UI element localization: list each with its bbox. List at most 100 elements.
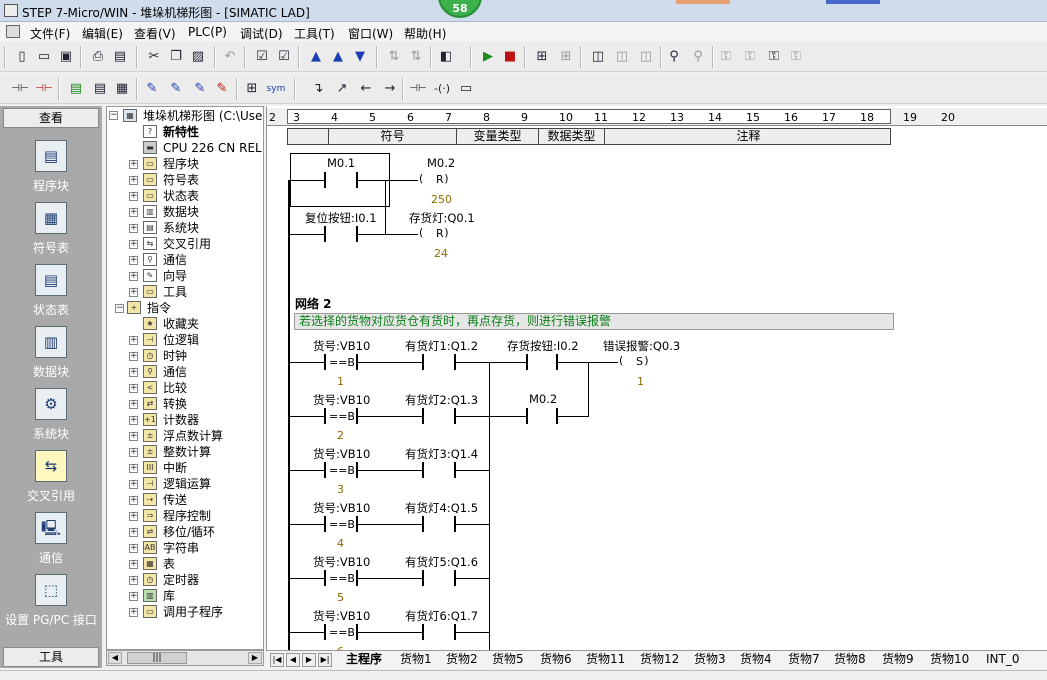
tab-goods-1[interactable]: 货物1 — [400, 651, 432, 669]
tree-instr-item[interactable]: 字符串 — [163, 540, 199, 556]
tree-instr-item[interactable]: 定时器 — [163, 572, 199, 588]
copy-icon[interactable]: ❐ — [166, 47, 186, 67]
contact-left[interactable] — [422, 408, 424, 424]
tree-instr-item[interactable]: 移位/循环 — [163, 524, 215, 540]
tab-goods-9[interactable]: 货物9 — [882, 651, 914, 669]
prev-bookmark-icon[interactable]: ✎ — [190, 79, 210, 99]
tree-item[interactable]: 程序块 — [163, 156, 199, 172]
expand-icon[interactable]: + — [129, 608, 138, 617]
delete-network-icon[interactable]: ⊣⊢ — [34, 79, 54, 99]
tab-first-icon[interactable]: |◀ — [270, 653, 284, 667]
tree-instr-item[interactable]: 时钟 — [163, 348, 187, 364]
upload-icon[interactable]: ▲ — [306, 47, 326, 67]
tree-project-root[interactable]: 堆垛机梯形图 (C:\User — [143, 108, 263, 124]
contact-left[interactable] — [422, 624, 424, 640]
tree-instr-item[interactable]: 转换 — [163, 396, 187, 412]
unforce-icon[interactable]: ⚲ — [688, 47, 708, 67]
new-icon[interactable]: ▯ — [12, 47, 32, 67]
tree-item[interactable]: 系统块 — [163, 220, 199, 236]
set-coil[interactable]: ( ) — [619, 354, 649, 367]
col-var-type[interactable]: 变量类型 — [456, 129, 538, 144]
contact-left[interactable] — [526, 354, 528, 370]
tree-instr-item[interactable]: 比较 — [163, 380, 187, 396]
expand-icon[interactable]: + — [129, 288, 138, 297]
tab-goods-12[interactable]: 货物12 — [640, 651, 679, 669]
tab-goods-7[interactable]: 货物7 — [788, 651, 820, 669]
next-bookmark-icon[interactable]: ✎ — [166, 79, 186, 99]
collapse-icon[interactable]: − — [115, 304, 124, 313]
compile-all-icon[interactable]: ☑ — [274, 47, 294, 67]
expand-icon[interactable]: + — [129, 384, 138, 393]
contact-left[interactable] — [422, 354, 424, 370]
collapse-icon[interactable]: − — [109, 111, 118, 120]
expand-icon[interactable]: + — [129, 192, 138, 201]
tree-item[interactable]: 状态表 — [163, 188, 199, 204]
expand-icon[interactable]: + — [129, 208, 138, 217]
tab-goods-10[interactable]: 货物10 — [930, 651, 969, 669]
menu-edit[interactable]: 编辑(E) — [82, 25, 123, 42]
toggle-bookmark-icon[interactable]: ▦ — [112, 79, 132, 99]
expand-icon[interactable]: + — [129, 544, 138, 553]
tab-last-icon[interactable]: ▶| — [318, 653, 332, 667]
expand-icon[interactable]: + — [129, 448, 138, 457]
compare-left[interactable] — [324, 624, 326, 640]
scroll-left-icon[interactable]: ◀ — [108, 652, 122, 664]
tree-instr-item[interactable]: 传送 — [163, 492, 187, 508]
expand-icon[interactable]: + — [129, 256, 138, 265]
expand-icon[interactable]: + — [129, 224, 138, 233]
menu-debug[interactable]: 调试(D) — [240, 25, 283, 42]
reset-coil[interactable]: ( ) — [419, 226, 449, 239]
tree-instr-item[interactable]: 逻辑运算 — [163, 476, 211, 492]
tab-next-icon[interactable]: ▶ — [302, 653, 316, 667]
box-icon[interactable]: ▭ — [456, 79, 476, 99]
contact-left[interactable] — [324, 172, 326, 188]
contact-left[interactable] — [324, 226, 326, 242]
expand-icon[interactable]: + — [129, 240, 138, 249]
save-icon[interactable]: ▣ — [56, 47, 76, 67]
tab-goods-11[interactable]: 货物11 — [586, 651, 625, 669]
insert-network-icon[interactable]: ⊣⊢ — [10, 79, 30, 99]
line-left-icon[interactable]: ← — [356, 79, 376, 99]
nav-item-program-block[interactable]: ▤ 程序块 — [0, 140, 102, 200]
nav-item-system-block[interactable]: ⚙ 系统块 — [0, 388, 102, 448]
contact-left[interactable] — [422, 516, 424, 532]
print-preview-icon[interactable]: ▤ — [110, 47, 130, 67]
expand-icon[interactable]: + — [129, 176, 138, 185]
remove-bookmarks-icon[interactable]: ✎ — [212, 79, 232, 99]
bookmark-icon[interactable]: ✎ — [142, 79, 162, 99]
apply-symbols-icon[interactable]: ⊞ — [242, 79, 262, 99]
tree-instr-item[interactable]: 计数器 — [163, 412, 199, 428]
tree-item[interactable]: 通信 — [163, 252, 187, 268]
compile-icon[interactable]: ☑ — [252, 47, 272, 67]
expand-icon[interactable]: + — [129, 416, 138, 425]
tree-instructions-root[interactable]: 指令 — [147, 300, 171, 316]
tab-goods-3[interactable]: 货物3 — [694, 651, 726, 669]
undo-icon[interactable]: ↶ — [220, 47, 240, 67]
menu-plc[interactable]: PLC(P) — [188, 25, 227, 39]
menu-help[interactable]: 帮助(H) — [404, 25, 446, 42]
menu-tools[interactable]: 工具(T) — [294, 25, 335, 42]
tree-item[interactable]: 工具 — [163, 284, 187, 300]
compare-left[interactable] — [324, 462, 326, 478]
tree-instr-item[interactable]: 表 — [163, 556, 175, 572]
reset-coil[interactable]: ( ) — [419, 172, 449, 185]
tree-instr-item[interactable]: 中断 — [163, 460, 187, 476]
network-2-title[interactable]: 网络 2 — [295, 295, 332, 312]
tree-item[interactable]: 符号表 — [163, 172, 199, 188]
force-icon[interactable]: ⚲ — [664, 47, 684, 67]
contact-left[interactable] — [422, 462, 424, 478]
line-up-icon[interactable]: ↗ — [332, 79, 352, 99]
compare-left[interactable] — [324, 354, 326, 370]
nav-item-symbol-table[interactable]: ▦ 符号表 — [0, 202, 102, 262]
contact-left[interactable] — [422, 570, 424, 586]
tree-instr-item[interactable]: 浮点数计算 — [163, 428, 223, 444]
tree-instr-item[interactable]: 收藏夹 — [163, 316, 199, 332]
expand-icon[interactable]: + — [129, 464, 138, 473]
expand-icon[interactable]: + — [129, 496, 138, 505]
sort-asc-icon[interactable]: ⇅ — [384, 47, 404, 67]
symbol-info-toggle[interactable]: sym — [266, 79, 286, 99]
read-forced-icon[interactable]: ⚿ — [740, 47, 760, 67]
open-icon[interactable]: ▭ — [34, 47, 54, 67]
expand-icon[interactable]: + — [129, 528, 138, 537]
download-icon[interactable]: ▼ — [350, 47, 370, 67]
